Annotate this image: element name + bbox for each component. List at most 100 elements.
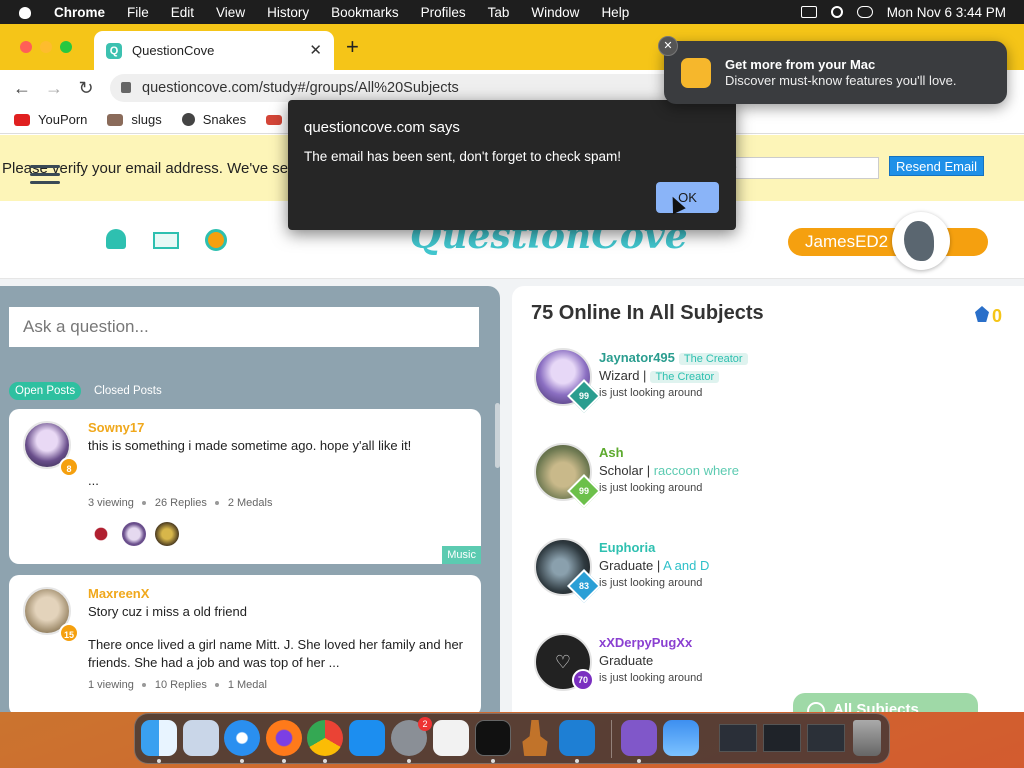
- medal-giver-avatar[interactable]: [155, 522, 179, 546]
- post-author-name[interactable]: Sowny17: [88, 420, 144, 435]
- menu-history[interactable]: History: [267, 5, 309, 20]
- running-indicator: [323, 759, 327, 763]
- post-title[interactable]: this is something i made sometime ago. h…: [88, 438, 411, 453]
- browser-tab[interactable]: Q QuestionCove ✕: [94, 31, 334, 70]
- garageband-icon[interactable]: [522, 720, 548, 756]
- crown-counter[interactable]: 0: [975, 306, 1002, 327]
- menu-profiles[interactable]: Profiles: [421, 5, 466, 20]
- email-field[interactable]: e: [724, 157, 879, 179]
- medal-giver-avatar[interactable]: [89, 522, 113, 546]
- tab-closed-posts[interactable]: Closed Posts: [94, 382, 162, 400]
- system-notification[interactable]: Get more from your Mac Discover must-kno…: [664, 41, 1007, 104]
- control-center-icon[interactable]: [856, 6, 873, 18]
- user-name[interactable]: xXDerpyPugXx: [599, 635, 692, 650]
- dialog-title: questioncove.com says: [304, 119, 460, 136]
- tab-title: QuestionCove: [132, 43, 215, 58]
- menu-edit[interactable]: Edit: [171, 5, 194, 20]
- alert-dialog: questioncove.com says The email has been…: [288, 100, 736, 230]
- slugs-favicon-icon: [107, 113, 124, 126]
- hamburger-menu-icon[interactable]: [30, 165, 60, 187]
- app-store-icon[interactable]: [349, 720, 385, 756]
- bookmark-label: Snakes: [202, 112, 247, 127]
- menu-bookmarks[interactable]: Bookmarks: [331, 5, 399, 20]
- user-title-badge: The Creator: [678, 353, 748, 365]
- medal-giver-avatar[interactable]: [122, 522, 146, 546]
- post-viewing-count: 1 viewing: [88, 679, 134, 691]
- dialog-ok-button[interactable]: OK: [656, 182, 719, 213]
- visual-studio-icon[interactable]: [621, 720, 657, 756]
- ask-question-input[interactable]: Ask a question...: [9, 307, 479, 347]
- menu-window[interactable]: Window: [531, 5, 579, 20]
- posts-scrollbar[interactable]: [495, 403, 500, 468]
- tab-open-posts[interactable]: Open Posts: [9, 382, 82, 400]
- back-arrow-icon[interactable]: ←: [6, 78, 38, 99]
- post-author-name[interactable]: MaxreenX: [88, 586, 149, 601]
- vscode-icon[interactable]: [559, 720, 595, 756]
- trash-icon[interactable]: [853, 720, 881, 756]
- user-name[interactable]: Euphoria: [599, 540, 655, 555]
- profile-user-icon[interactable]: [205, 229, 227, 251]
- posts-panel: Ask a question... Open Posts Closed Post…: [0, 286, 500, 712]
- user-level: 99: [578, 391, 589, 401]
- safari-icon[interactable]: [224, 720, 260, 756]
- menu-help[interactable]: Help: [601, 5, 629, 20]
- heart-icon: ♡: [554, 652, 572, 672]
- user-status: is just looking around: [599, 482, 703, 494]
- menu-view[interactable]: View: [216, 5, 245, 20]
- minimized-window-thumbnail[interactable]: [763, 724, 801, 752]
- all-subjects-label: All Subjects: [833, 701, 919, 712]
- notification-close-icon[interactable]: ✕: [658, 36, 678, 56]
- terminal-icon[interactable]: [475, 720, 511, 756]
- minimized-window-thumbnail[interactable]: [719, 724, 757, 752]
- all-subjects-button[interactable]: All Subjects: [793, 693, 978, 712]
- username-button[interactable]: JamesED2: [788, 228, 988, 256]
- notifications-bell-icon[interactable]: [106, 229, 126, 249]
- youporn-favicon-icon: [14, 113, 30, 126]
- menu-clock[interactable]: Mon Nov 6 3:44 PM: [887, 5, 1006, 20]
- weather-icon[interactable]: [663, 720, 699, 756]
- bookmark-snakes[interactable]: Snakes: [181, 112, 247, 127]
- forward-arrow-icon[interactable]: →: [38, 78, 70, 99]
- post-title[interactable]: Story cuz i miss a old friend: [88, 604, 247, 619]
- post-subject-tag[interactable]: Music: [442, 546, 481, 564]
- post-replies-count: 26 Replies: [154, 497, 207, 509]
- post-author-level-badge: 15: [59, 623, 79, 643]
- post-author-level-badge: 8: [59, 457, 79, 477]
- menu-file[interactable]: File: [127, 5, 149, 20]
- screen-mirror-icon[interactable]: [800, 6, 817, 18]
- user-name[interactable]: Ash: [599, 445, 624, 460]
- user-avatar[interactable]: [892, 212, 950, 270]
- close-window-button[interactable]: [20, 41, 32, 53]
- user-rank-text: A and D: [663, 558, 710, 573]
- user-name[interactable]: Jaynator495: [599, 350, 675, 365]
- menu-tab[interactable]: Tab: [488, 5, 510, 20]
- user-rank: Graduate: [599, 653, 654, 668]
- online-user-row[interactable]: 99 Ash Scholar | raccoon where is just l…: [534, 443, 954, 513]
- tips-lightbulb-icon: [681, 58, 711, 88]
- chrome-icon[interactable]: [307, 720, 343, 756]
- apple-menu-icon[interactable]: [18, 4, 32, 20]
- bookmark-youporn[interactable]: YouPorn: [14, 112, 87, 127]
- finder-icon[interactable]: [141, 720, 177, 756]
- close-tab-icon[interactable]: ✕: [309, 41, 322, 59]
- crown-icon: [975, 306, 989, 322]
- maximize-window-button[interactable]: [60, 41, 72, 53]
- launchpad-icon[interactable]: [183, 720, 219, 756]
- post-card[interactable]: 15 MaxreenX Story cuz i miss a old frien…: [9, 575, 481, 712]
- new-tab-icon[interactable]: +: [346, 34, 359, 60]
- resend-email-button[interactable]: Resend Email: [889, 156, 984, 176]
- menu-app-name[interactable]: Chrome: [54, 5, 105, 20]
- firefox-icon[interactable]: [266, 720, 302, 756]
- minimize-window-button[interactable]: [40, 41, 52, 53]
- reload-icon[interactable]: ↻: [70, 78, 102, 99]
- bookmark-slugs[interactable]: slugs: [107, 112, 162, 127]
- minimized-window-thumbnail[interactable]: [807, 724, 845, 752]
- post-meta: 3 viewing 26 Replies 2 Medals: [88, 497, 280, 509]
- textedit-icon[interactable]: [433, 720, 469, 756]
- spotlight-search-icon[interactable]: [830, 6, 843, 18]
- online-user-row[interactable]: 99 Jaynator495 The Creator Wizard | The Cr…: [534, 348, 954, 418]
- post-card[interactable]: 8 Sowny17 this is something i made somet…: [9, 409, 481, 564]
- address-bar[interactable]: questioncove.com/study#/groups/All%20Sub…: [110, 74, 680, 102]
- online-user-row[interactable]: 83 Euphoria Graduate | A and D is just l…: [534, 538, 954, 608]
- messages-envelope-icon[interactable]: [153, 232, 179, 249]
